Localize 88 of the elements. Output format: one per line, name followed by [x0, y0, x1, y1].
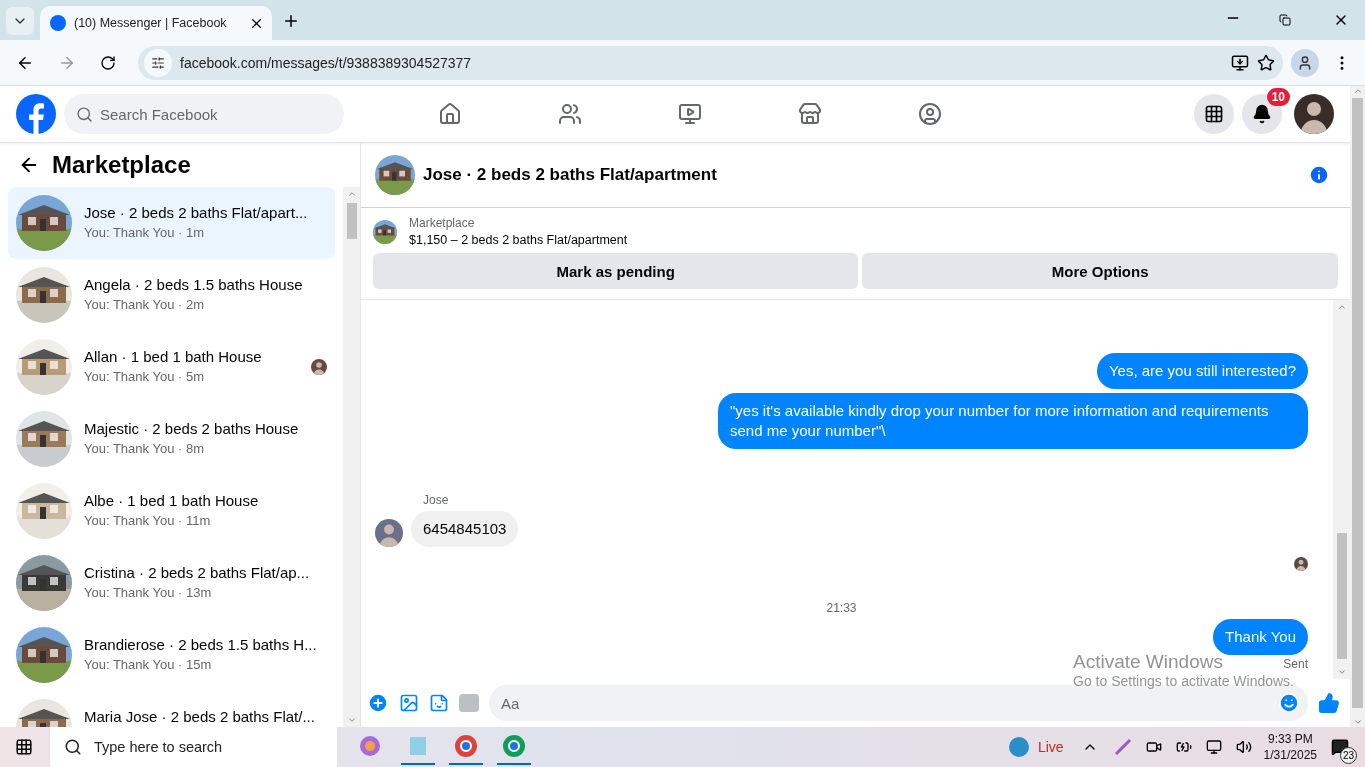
scrollbar-thumb[interactable] [1336, 533, 1347, 659]
conversation-item[interactable]: Albe · 1 bed 1 bath House You: Thank You · 11m [8, 475, 335, 547]
volume-icon[interactable] [1235, 739, 1252, 755]
clock-date[interactable]: 1/31/2025 [1263, 748, 1317, 762]
emoji-icon[interactable] [1278, 692, 1300, 714]
scrollbar-thumb[interactable] [346, 203, 357, 239]
conversation-title: Maria Jose · 2 beds 2 baths Flat/... [84, 708, 316, 726]
conversation-item[interactable]: Brandierose · 2 beds 1.5 baths H... You: Thank You · 15m [8, 619, 335, 691]
info-icon[interactable] [1308, 164, 1330, 186]
conversation-title: Allan · 1 bed 1 bath House [84, 348, 263, 366]
conversation-preview: You: Thank You · 13m [84, 585, 213, 600]
search-field[interactable]: Search Facebook [64, 94, 344, 134]
scrollbar[interactable] [343, 187, 360, 727]
chat-title: Jose · 2 beds 2 baths Flat/apartment [423, 165, 718, 185]
conversation-title: Cristina · 2 beds 2 baths Flat/ap... [84, 564, 311, 582]
seen-avatar [311, 359, 327, 375]
message-bubble: Yes, are you still interested? [1096, 353, 1308, 389]
profile-circle-icon[interactable] [918, 102, 942, 126]
camera-icon[interactable] [1145, 739, 1162, 755]
conversation-title: Albe · 1 bed 1 bath House [84, 492, 260, 510]
battery-icon[interactable] [1175, 739, 1192, 755]
scrollbar[interactable] [1350, 86, 1365, 727]
install-icon[interactable] [1231, 53, 1249, 72]
taskbar-search[interactable]: Type here to search [50, 727, 337, 767]
network-icon[interactable] [1205, 739, 1222, 755]
restore-icon[interactable] [1279, 14, 1291, 26]
listing-detail: $1,150 – 2 beds 2 baths Flat/apartment [409, 233, 628, 247]
conversation-title: Majestic · 2 beds 2 baths House [84, 420, 300, 438]
person-icon[interactable] [1297, 54, 1313, 71]
message-bubble: 6454845103 [411, 511, 519, 547]
action-button[interactable]: Mark as pending [373, 253, 859, 289]
conversation-preview: You: Thank You · 1m [84, 225, 205, 240]
listing-label: Marketplace [409, 216, 476, 230]
scrollbar[interactable] [1333, 300, 1350, 679]
clock-time[interactable]: 9:33 PM [1267, 732, 1313, 746]
sliders-icon[interactable] [151, 55, 165, 70]
tab-title: (10) Messenger | Facebook [74, 16, 228, 30]
conversation-preview: You: Thank You · 8m [84, 441, 205, 456]
conversation-preview: You: Thank You · 2m [84, 297, 205, 312]
bookmark-icon[interactable] [1257, 53, 1275, 72]
conversation-preview: You: Thank You · 5m [84, 369, 205, 384]
sticker-icon[interactable] [429, 693, 449, 713]
notification-badge: 10 [1266, 88, 1290, 106]
sender-name: Jose [422, 493, 450, 507]
search-icon [76, 105, 93, 123]
site-settings-button[interactable] [144, 48, 172, 77]
image-icon[interactable] [399, 693, 419, 713]
start-icon[interactable] [15, 738, 33, 756]
url-text: facebook.com/messages/t/9388389304527377 [180, 54, 473, 71]
reload-icon[interactable] [100, 54, 116, 71]
like-icon[interactable] [1318, 692, 1340, 714]
conversation-item[interactable]: Jose · 2 beds 2 baths Flat/apart... You: Thank You · 1m [8, 187, 335, 259]
notification-badge: 23 [1340, 747, 1357, 764]
conversation-item[interactable]: Majestic · 2 beds 2 baths House You: Thank You · 8m [8, 403, 335, 475]
conversation-title: Jose · 2 beds 2 baths Flat/apart... [84, 204, 309, 222]
timestamp: 21:33 [826, 601, 857, 615]
profile-button[interactable] [1291, 48, 1319, 77]
pen-icon[interactable] [1113, 738, 1132, 756]
profile-avatar [1294, 94, 1334, 134]
menu-grid-button[interactable] [1194, 94, 1234, 134]
video-icon[interactable] [678, 102, 702, 126]
address-bar[interactable]: facebook.com/messages/t/9388389304527377 [138, 45, 1283, 80]
seen-avatar [1294, 557, 1308, 571]
sidebar-title: Marketplace [52, 151, 191, 179]
scrollbar-thumb[interactable] [1352, 98, 1363, 708]
weather-label[interactable]: Live [1037, 739, 1064, 755]
store-icon[interactable] [798, 102, 822, 126]
add-icon[interactable] [367, 692, 389, 714]
message-bubble: "yes it's available kindly drop your number for more information and requirements send me your number"\ [718, 393, 1308, 449]
conversation-item[interactable]: Allan · 1 bed 1 bath House You: Thank You · 5m [8, 331, 335, 403]
browser-tab[interactable]: (10) Messenger | Facebook [40, 6, 272, 40]
bell-icon[interactable] [1252, 104, 1272, 124]
grid-icon[interactable] [1204, 104, 1224, 124]
conversation-item[interactable]: Cristina · 2 beds 2 baths Flat/ap... You: Thank You · 13m [8, 547, 335, 619]
people-icon[interactable] [558, 102, 582, 126]
conversation-preview: You: Thank You · 15m [84, 657, 213, 672]
new-tab-icon[interactable] [282, 12, 300, 30]
action-button[interactable]: More Options [862, 253, 1338, 289]
sender-avatar [375, 519, 403, 547]
search-icon [64, 738, 82, 756]
conversation-item[interactable]: Angela · 2 beds 1.5 baths House You: Thank You · 2m [8, 259, 335, 331]
conversation-preview: You: Thank You · 11m [84, 513, 212, 528]
facebook-logo[interactable] [16, 94, 56, 134]
message-status: Sent [1283, 657, 1308, 671]
conversation-title: Angela · 2 beds 1.5 baths House [84, 276, 304, 294]
conversation-title: Brandierose · 2 beds 1.5 baths H... [84, 636, 318, 654]
message-bubble: Thank You [1213, 619, 1308, 655]
home-icon[interactable] [438, 102, 462, 126]
